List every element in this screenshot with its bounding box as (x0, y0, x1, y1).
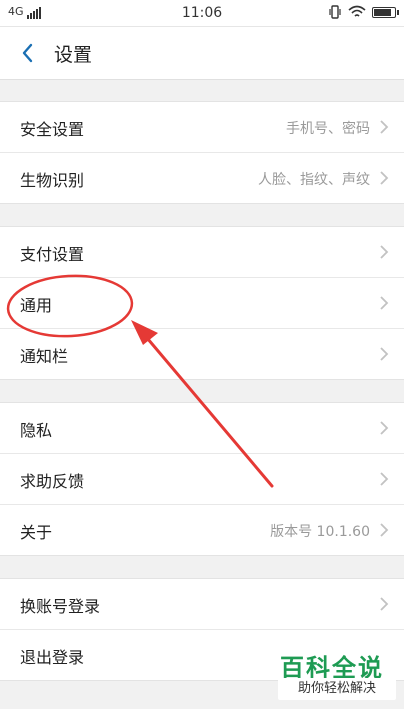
status-bar: 4G 11:06 (0, 0, 404, 27)
settings-group-info: 隐私 求助反馈 关于 版本号 10.1.60 (0, 402, 404, 556)
settings-group-general: 支付设置 通用 通知栏 (0, 226, 404, 380)
setting-label: 求助反馈 (20, 472, 85, 491)
setting-label: 通知栏 (20, 347, 69, 366)
setting-help-feedback[interactable]: 求助反馈 (0, 454, 404, 505)
setting-privacy[interactable]: 隐私 (0, 403, 404, 454)
chevron-right-icon (380, 347, 389, 361)
setting-label: 通用 (20, 296, 53, 315)
setting-notification-bar[interactable]: 通知栏 (0, 329, 404, 379)
back-arrow-icon[interactable] (16, 39, 42, 67)
battery-icon (372, 6, 399, 18)
setting-value: 手机号、密码 (286, 121, 370, 137)
chevron-right-icon (380, 120, 389, 134)
setting-general[interactable]: 通用 (0, 278, 404, 329)
setting-switch-account[interactable]: 换账号登录 (0, 579, 404, 630)
chevron-right-icon (380, 245, 389, 259)
watermark-subtitle: 助你轻松解决 (278, 678, 396, 700)
setting-security[interactable]: 安全设置 手机号、密码 (0, 102, 404, 153)
chevron-right-icon (380, 421, 389, 435)
chevron-right-icon (380, 523, 389, 537)
setting-about[interactable]: 关于 版本号 10.1.60 (0, 505, 404, 555)
setting-label: 换账号登录 (20, 597, 101, 616)
chevron-right-icon (380, 171, 389, 185)
setting-biometrics[interactable]: 生物识别 人脸、指纹、声纹 (0, 153, 404, 203)
vibrate-icon (329, 5, 341, 19)
page-title: 设置 (54, 44, 93, 66)
chevron-right-icon (380, 296, 389, 310)
setting-payment[interactable]: 支付设置 (0, 227, 404, 278)
setting-label: 生物识别 (20, 171, 85, 190)
setting-label: 隐私 (20, 421, 53, 440)
setting-label: 关于 (20, 523, 53, 542)
settings-group-account: 安全设置 手机号、密码 生物识别 人脸、指纹、声纹 (0, 101, 404, 204)
chevron-right-icon (380, 597, 389, 611)
header: 设置 (0, 27, 404, 80)
setting-value: 人脸、指纹、声纹 (258, 172, 370, 188)
setting-label: 支付设置 (20, 245, 85, 264)
setting-label: 安全设置 (20, 120, 85, 139)
watermark: 百科全说 助你轻松解决 (276, 648, 398, 704)
chevron-right-icon (380, 472, 389, 486)
setting-label: 退出登录 (20, 648, 85, 667)
status-icons (328, 5, 399, 19)
version-value: 版本号 10.1.60 (270, 524, 370, 540)
wifi-icon (348, 5, 366, 17)
